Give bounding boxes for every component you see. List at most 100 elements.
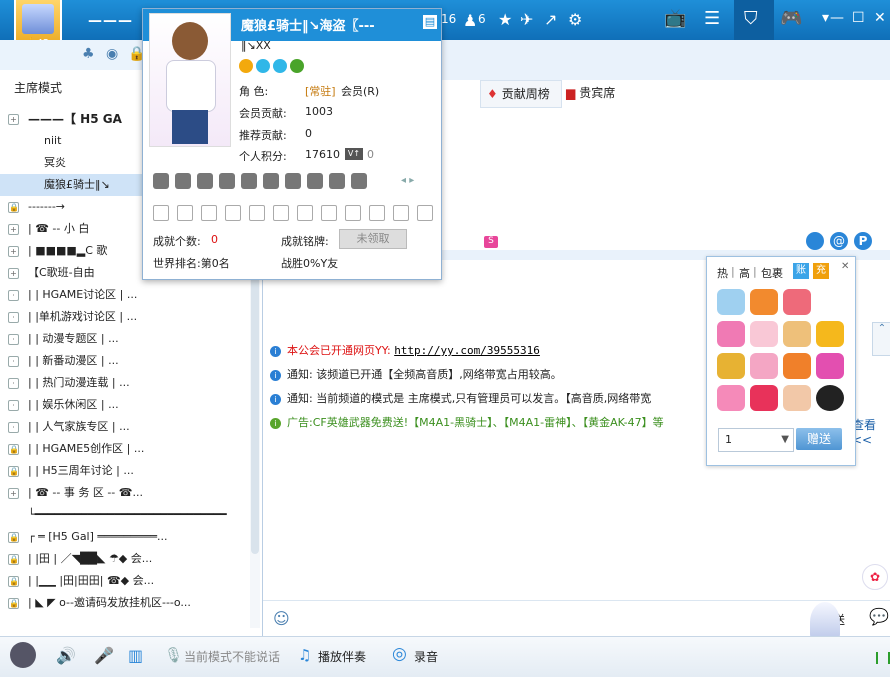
video-icon[interactable] <box>263 173 279 189</box>
contribution-value: 1003 <box>305 105 333 118</box>
chat-bubble-icon[interactable]: 💬 <box>869 607 889 626</box>
virgo-icon <box>273 205 289 221</box>
minimize-icon[interactable]: — <box>830 10 844 26</box>
points-value: 17610 <box>305 148 340 161</box>
tree-row[interactable]: 🔒 | |▁▁ |田|田田| ☎◆ 会... <box>0 570 250 592</box>
gift-item[interactable] <box>783 353 811 379</box>
record-button[interactable]: 录音 <box>414 648 438 665</box>
star-icon[interactable]: ★ <box>498 10 512 29</box>
user-avatar[interactable] <box>10 642 36 668</box>
diamond-icon: ♦ <box>487 87 498 101</box>
equalizer-icon[interactable]: ▥ <box>128 646 143 665</box>
gift-item[interactable] <box>717 289 745 315</box>
tree-row[interactable]: 🔒 ┌ ═ [H5 Gal] ═════════... <box>0 526 250 548</box>
chat-message: i 广告:CF英雄武器免费送!【M4A1-黑骑士】、【M4A1-雷神】、【黄金AK… <box>270 414 664 430</box>
gift-item[interactable] <box>783 321 811 347</box>
view-more-link[interactable]: 查看<< <box>852 416 890 447</box>
headset-icon[interactable] <box>351 173 367 189</box>
gift-item[interactable] <box>750 289 778 315</box>
tree-row[interactable]: · | | 新番动漫区 | ... <box>0 350 250 372</box>
webyy-link[interactable]: http://yy.com/39555316 <box>394 344 540 357</box>
scroll-up-icon[interactable]: ⌃ <box>872 322 890 356</box>
music-icon[interactable]: ♫ <box>298 646 311 664</box>
tree-row[interactable]: · | | 娱乐休闲区 | ... <box>0 394 250 416</box>
speaker-icon[interactable]: 🔊 <box>56 646 76 665</box>
gift-item[interactable] <box>717 353 745 379</box>
gift-item[interactable] <box>750 385 778 411</box>
gift-item[interactable] <box>750 353 778 379</box>
gift-tab-hot[interactable]: 热 <box>717 265 728 281</box>
gift-item[interactable] <box>816 385 844 411</box>
battle-stat: 战胜0%Y友 <box>281 257 339 270</box>
tree-row[interactable]: · | | 人气家族专区 | ... <box>0 416 250 438</box>
star-badge-icon[interactable] <box>219 173 235 189</box>
tab-weekly-contribution[interactable]: ♦ 贡献周榜 <box>480 80 562 108</box>
face-icon[interactable] <box>329 173 345 189</box>
gemini-icon <box>201 205 217 221</box>
fan-circle-icon[interactable] <box>806 232 824 250</box>
close-icon[interactable]: ✕ <box>874 10 886 26</box>
gift-item[interactable] <box>750 321 778 347</box>
game-icon[interactable] <box>307 173 323 189</box>
tv-icon[interactable]: 📺 <box>664 8 686 29</box>
gift-item[interactable] <box>783 385 811 411</box>
gift-quantity-select[interactable]: 1 ▼ <box>718 428 794 452</box>
member-icon[interactable]: ♣ <box>82 46 95 62</box>
tree-row[interactable]: · | | 热门动漫连载 | ... <box>0 372 250 394</box>
account-button[interactable]: 账 <box>793 263 809 279</box>
tag-icon[interactable] <box>197 173 213 189</box>
gift-tab-high[interactable]: 高 <box>739 265 750 281</box>
v-icon[interactable] <box>153 173 169 189</box>
mode-label: 主席模式 <box>14 81 63 95</box>
gift-item[interactable] <box>717 321 745 347</box>
tree-row[interactable]: 🔒 | ◣ ◤ o--邀请码发放挂机区---o... <box>0 592 250 614</box>
tree-row[interactable]: 🔒 | | H5三周年讨论 | ... <box>0 460 250 482</box>
gift-item[interactable] <box>816 321 844 347</box>
emoji-icon[interactable]: ☺ <box>273 609 290 628</box>
location-icon[interactable]: ◉ <box>106 46 118 62</box>
at-icon[interactable]: @ <box>830 232 848 250</box>
tab-vip-seats[interactable]: ▆ 贵宾席 <box>566 80 636 106</box>
phone-icon[interactable] <box>285 173 301 189</box>
settings-icon[interactable]: ⚙ <box>568 10 582 29</box>
crown-icon <box>239 59 253 73</box>
share-icon[interactable]: ↗ <box>544 10 557 29</box>
medal-button[interactable]: 未领取 <box>339 229 407 249</box>
p-icon[interactable]: P <box>854 232 872 250</box>
leo-icon <box>249 205 265 221</box>
gift-item[interactable] <box>783 289 811 315</box>
tree-row[interactable]: · | | HGAME讨论区 | ... <box>0 284 250 306</box>
gift-item[interactable] <box>717 385 745 411</box>
dropdown-icon[interactable]: ▾ <box>822 10 829 26</box>
flower-icon[interactable]: ✿ <box>862 564 888 590</box>
character-jeans <box>172 110 208 144</box>
card-icon[interactable]: ▤ <box>423 15 437 29</box>
plane-icon[interactable]: ✈ <box>520 10 533 29</box>
chat-message: i 通知: 当前频道的模式是 主席模式,只有管理员可以发言。【高音质,网络带宽 <box>270 390 651 406</box>
maximize-icon[interactable]: ☐ <box>852 10 865 26</box>
send-gift-button[interactable]: 赠送 <box>796 428 842 450</box>
tree-row[interactable]: 🔒 | | HGAME5创作区 | ... <box>0 438 250 460</box>
list-icon[interactable]: ☰ <box>704 8 720 29</box>
feature-icons-row <box>153 173 373 192</box>
tree-row[interactable]: · | | 动漫专题区 | ... <box>0 328 250 350</box>
profile-popup: 魔狼£骑士‖↘海盗〖--- ▤ ‖↘ⅩⅩ 角 色: [常驻] 会员(R) 会员贡… <box>142 8 442 280</box>
prev-next-icon[interactable]: ◂ ▸ <box>401 175 414 186</box>
profile-name-line2: ‖↘ⅩⅩ <box>241 39 271 52</box>
recharge-button[interactable]: 充 <box>813 263 829 279</box>
microphone-icon[interactable]: 🎤 <box>94 646 114 665</box>
gamepad-icon[interactable]: 🎮 <box>780 8 802 29</box>
close-icon[interactable]: ✕ <box>841 261 849 272</box>
tree-row: └━━━━━━━━━━━━━━━━━━━━━━━━━━━━━ <box>28 508 227 521</box>
s-badge-icon[interactable]: S <box>484 236 498 248</box>
gift-tab-bag[interactable]: 包裹 <box>761 265 783 281</box>
play-music-button[interactable]: 播放伴奏 <box>318 648 366 665</box>
diamond-icon <box>256 59 270 73</box>
tree-row[interactable]: · | |单机游戏讨论区 | ... <box>0 306 250 328</box>
tree-row[interactable]: 🔒 | |田 | ／◥██◣ ☂◆ 会... <box>0 548 250 570</box>
tree-row[interactable]: + | ☎ -- 事 务 区 -- ☎... <box>0 482 250 504</box>
yen-icon[interactable] <box>175 173 191 189</box>
play-icon[interactable] <box>241 173 257 189</box>
gift-item[interactable] <box>816 353 844 379</box>
record-icon[interactable]: ◎ <box>392 644 407 664</box>
